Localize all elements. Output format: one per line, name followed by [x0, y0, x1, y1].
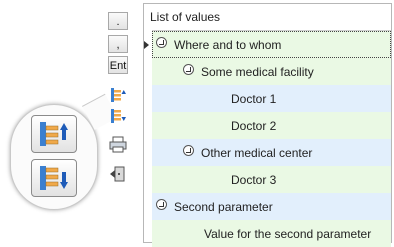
expand-all-button[interactable]: [108, 86, 128, 104]
grid-header: List of values: [144, 4, 391, 31]
dot-button[interactable]: .: [108, 12, 128, 30]
row-indicator-column: [144, 30, 152, 242]
tree-row[interactable]: Second parameter: [152, 193, 391, 220]
tree-row[interactable]: Other medical center: [152, 139, 391, 166]
row-label: Other medical center: [201, 146, 313, 160]
expand-node-icon[interactable]: [156, 37, 167, 48]
current-row-arrow-icon: [144, 41, 149, 49]
tree-row[interactable]: Doctor 1: [152, 85, 391, 112]
tree-row[interactable]: Value for the second parameter: [152, 220, 391, 247]
collapse-all-large-button[interactable]: [31, 159, 77, 197]
values-grid[interactable]: List of values Where and to whom Some me…: [143, 3, 392, 247]
expand-node-icon[interactable]: [183, 64, 194, 75]
tree-row[interactable]: Some medical facility: [152, 58, 391, 85]
exit-icon: [110, 166, 125, 182]
expand-all-large-button[interactable]: [31, 115, 77, 153]
tree-row[interactable]: Where and to whom: [152, 31, 391, 58]
row-label: Some medical facility: [201, 65, 314, 79]
expand-all-large-icon: [40, 122, 68, 146]
tree-row[interactable]: Doctor 3: [152, 166, 391, 193]
comma-button[interactable]: ,: [108, 35, 128, 53]
column-header-list-of-values[interactable]: List of values: [150, 10, 220, 24]
row-label: Where and to whom: [174, 38, 282, 52]
collapse-all-icon: [111, 109, 126, 123]
enter-button[interactable]: Ent: [108, 56, 128, 74]
row-label: Doctor 2: [231, 119, 277, 133]
tree-row[interactable]: Doctor 2: [152, 112, 391, 139]
expand-all-icon: [111, 88, 126, 102]
expand-node-icon[interactable]: [183, 145, 194, 156]
collapse-all-large-icon: [40, 166, 68, 190]
zoom-callout: [10, 104, 98, 210]
row-label: Value for the second parameter: [204, 227, 372, 241]
row-label: Doctor 1: [231, 92, 277, 106]
expand-node-icon[interactable]: [156, 199, 167, 210]
collapse-all-button[interactable]: [108, 107, 128, 125]
row-label: Second parameter: [174, 200, 273, 214]
exit-button[interactable]: [108, 165, 128, 183]
print-button[interactable]: [108, 136, 128, 154]
print-icon: [109, 136, 127, 153]
row-label: Doctor 3: [231, 173, 277, 187]
